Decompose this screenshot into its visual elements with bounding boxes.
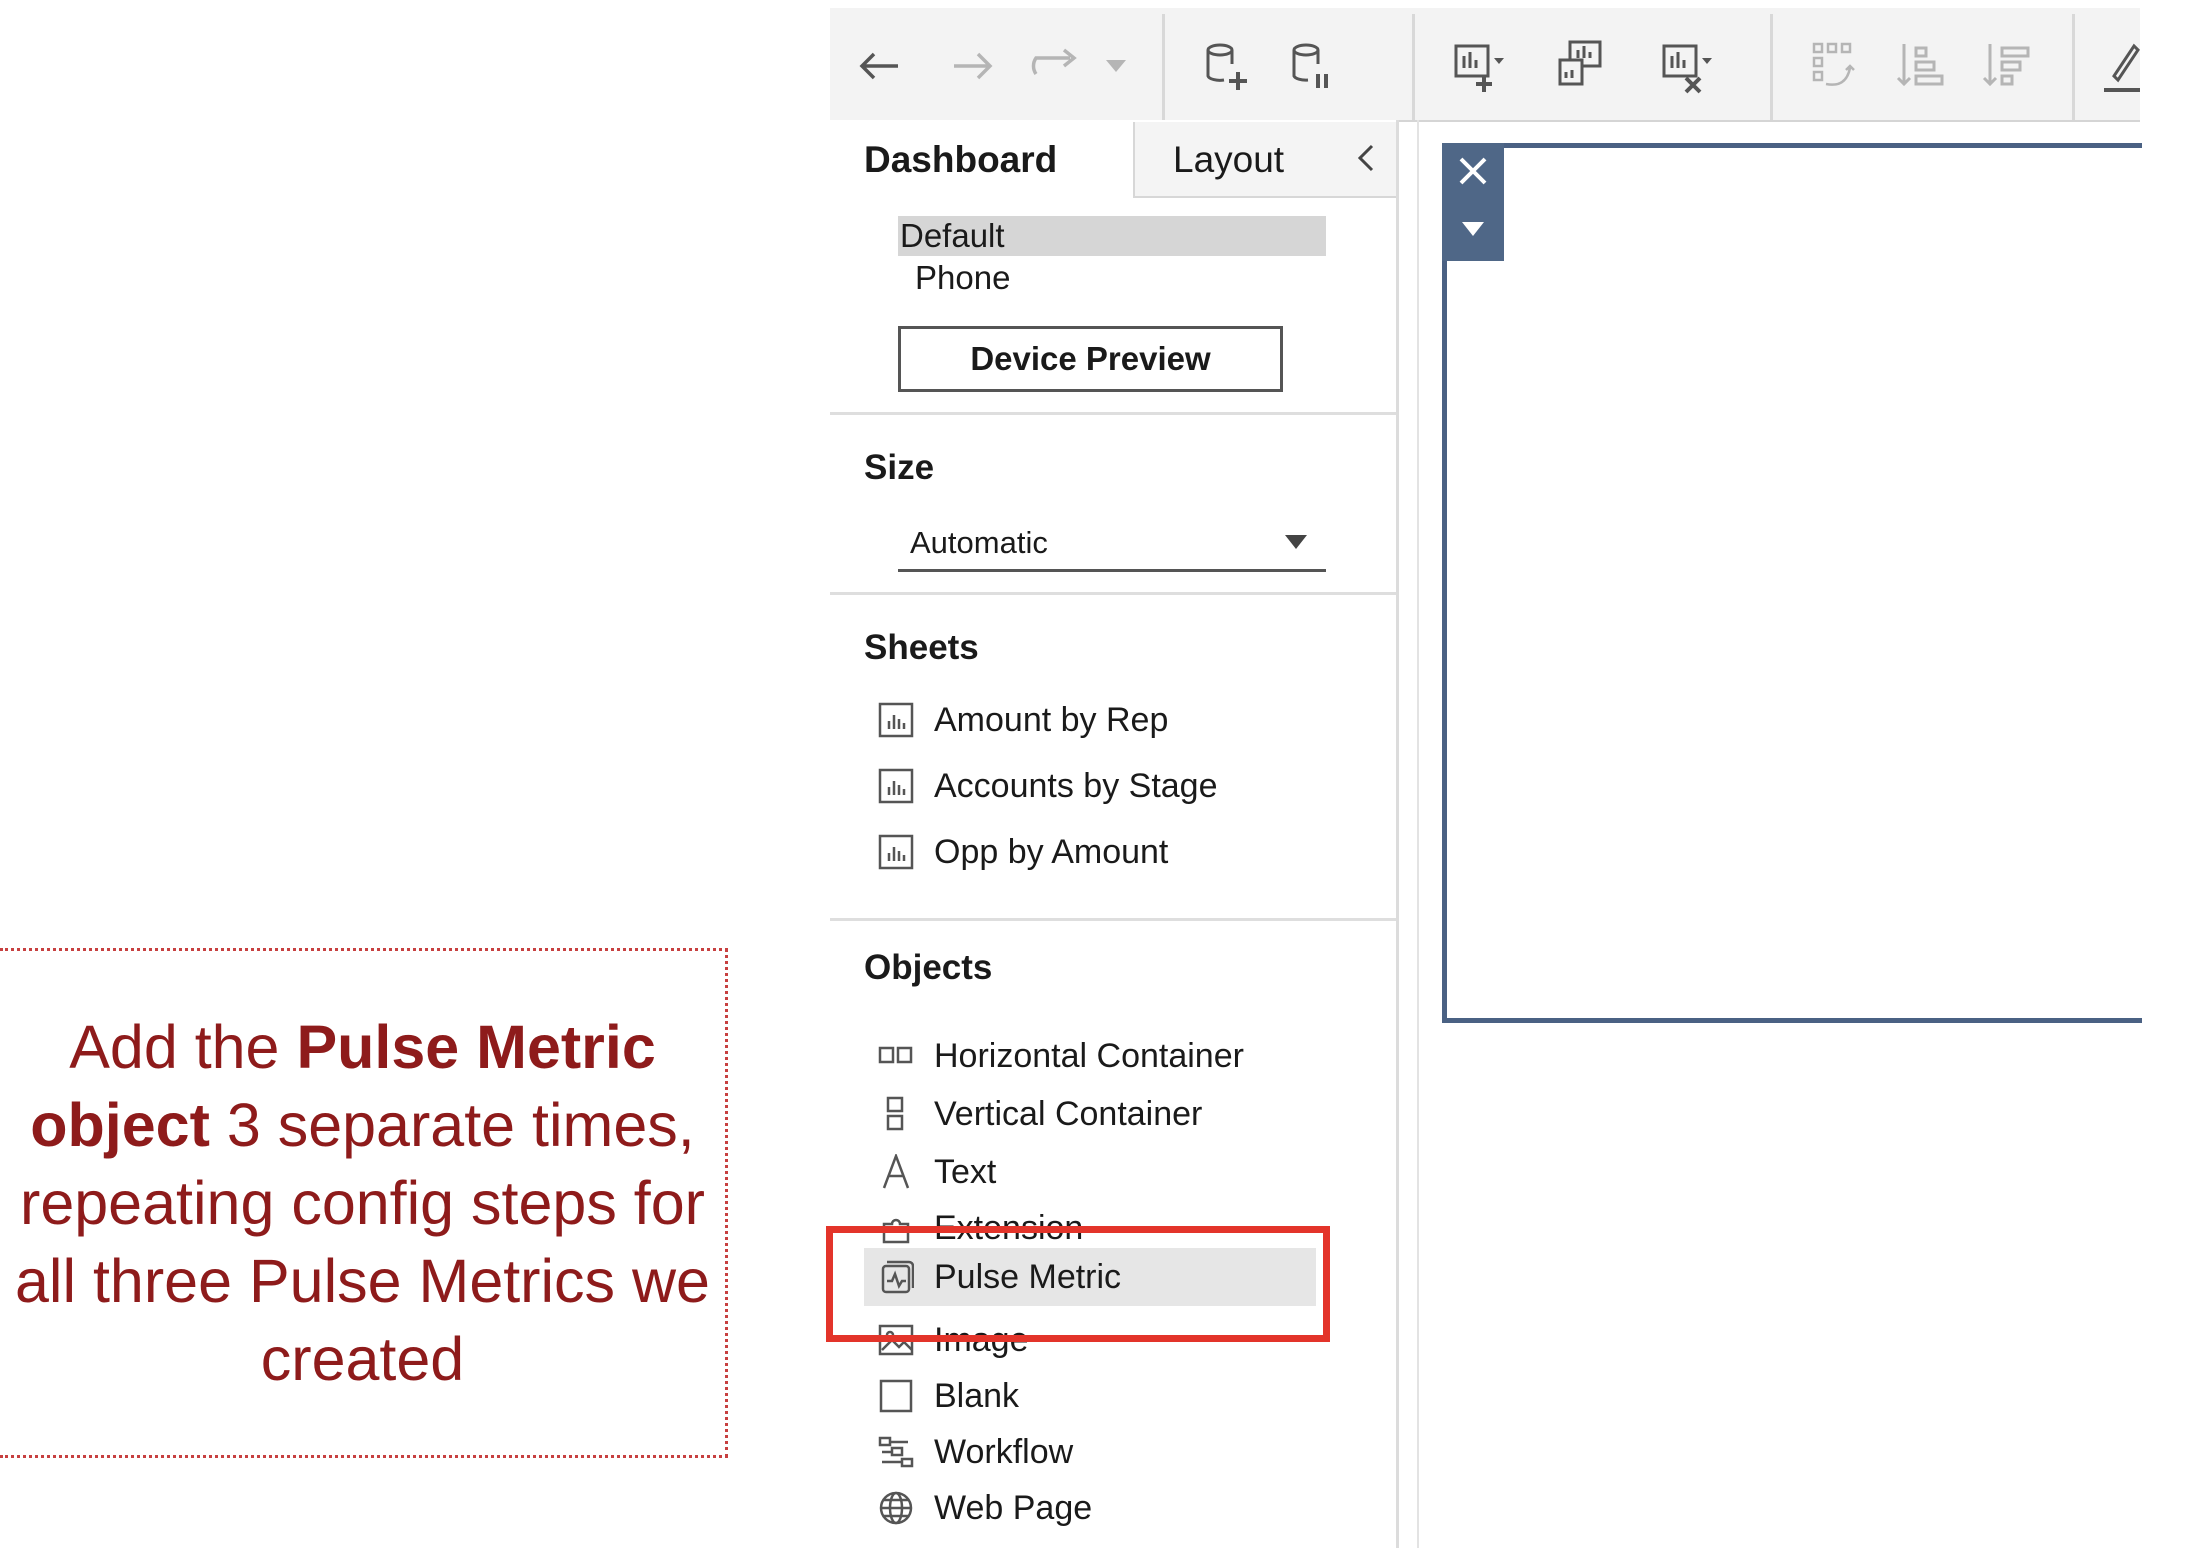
toolbar-separator [1770,14,1773,120]
tab-dashboard[interactable]: Dashboard [832,122,1132,198]
object-label: Text [934,1152,997,1191]
pause-data-source-icon[interactable] [1282,36,1342,96]
section-divider [830,592,1396,595]
toolbar-separator [1412,14,1415,120]
objects-section-title: Objects [864,948,993,987]
new-worksheet-icon[interactable] [1448,36,1508,96]
new-dashboard-icon[interactable] [1552,36,1612,96]
object-text[interactable]: Text [878,1148,1318,1196]
globe-icon [879,1491,913,1525]
toolbar [830,8,2140,122]
new-data-source-icon[interactable] [1198,36,1258,96]
object-web-page[interactable]: Web Page [878,1484,1318,1532]
worksheet-icon [878,702,914,738]
object-vertical-container[interactable]: Vertical Container [878,1090,1318,1138]
horizontal-container-icon [878,1046,913,1064]
forward-arrow-icon[interactable] [942,36,1002,96]
device-option-phone[interactable]: Phone [915,258,1010,298]
toolbar-separator [1162,14,1165,120]
instruction-callout: Add the Pulse Metric object 3 separate t… [0,948,728,1458]
device-option-default[interactable]: Default [898,216,1326,256]
object-label: Web Page [934,1488,1093,1527]
worksheet-icon [878,834,914,870]
callout-text-part1: Add the [69,1013,297,1081]
vertical-container-icon [886,1096,904,1131]
redo-icon[interactable] [1026,36,1086,96]
sort-descending-icon[interactable] [1978,36,2038,96]
size-select[interactable]: Automatic [898,520,1326,572]
object-label: Horizontal Container [934,1036,1244,1075]
section-divider [830,918,1396,921]
text-icon [882,1154,910,1189]
sheets-section-title: Sheets [864,628,979,667]
sheet-item-label: Accounts by Stage [934,766,1218,805]
callout-text: Add the Pulse Metric object 3 separate t… [0,1008,725,1398]
object-label: Blank [934,1376,1020,1415]
object-label: Workflow [934,1432,1074,1471]
blank-icon [879,1379,913,1413]
chevron-down-icon[interactable] [1462,222,1484,236]
clear-sheet-icon[interactable] [1656,36,1716,96]
collapse-panel-icon[interactable] [1352,140,1380,176]
dashboard-canvas-zone[interactable] [1442,143,2142,1023]
dropdown-icon[interactable] [1088,36,1148,96]
size-section-title: Size [864,448,935,487]
object-workflow[interactable]: Workflow [878,1428,1318,1476]
toolbar-separator [2072,14,2075,120]
sheet-item[interactable]: Accounts by Stage [878,762,1218,810]
highlight-icon[interactable] [2100,36,2140,96]
back-arrow-icon[interactable] [850,36,910,96]
sheet-item-label: Opp by Amount [934,832,1169,871]
sheet-item-label: Amount by Rep [934,700,1169,739]
worksheet-icon [878,768,914,804]
canvas-divider [1417,120,1419,1548]
panel-divider [1396,120,1399,1548]
device-preview-button[interactable]: Device Preview [898,326,1283,392]
sheet-item[interactable]: Opp by Amount [878,828,1168,876]
chevron-down-icon[interactable] [1285,535,1307,549]
workflow-icon [878,1436,914,1468]
sort-ascending-icon[interactable] [1892,36,1952,96]
close-icon[interactable] [1456,154,1490,188]
object-horizontal-container[interactable]: Horizontal Container [878,1032,1318,1080]
sheet-item[interactable]: Amount by Rep [878,696,1168,744]
object-blank[interactable]: Blank [878,1372,1318,1420]
highlight-box [826,1226,1330,1342]
object-label: Vertical Container [934,1094,1203,1133]
swap-icon[interactable] [1806,36,1866,96]
section-divider [830,412,1396,415]
